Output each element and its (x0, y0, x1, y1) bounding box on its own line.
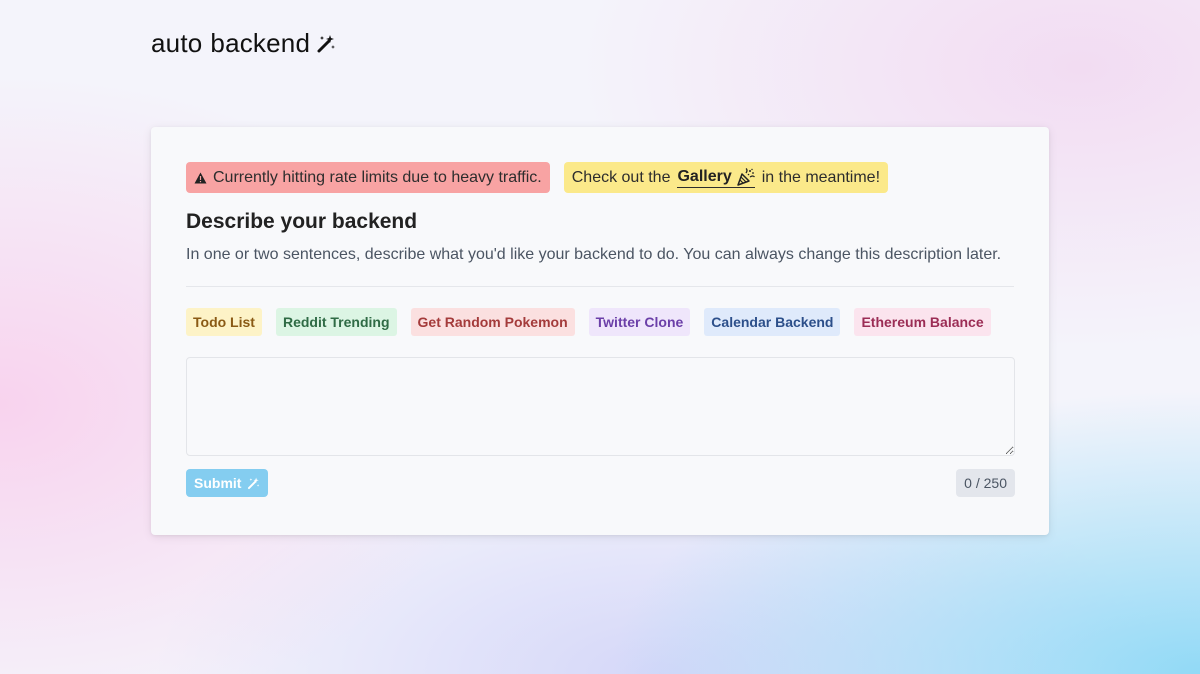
submit-button[interactable]: Submit (186, 469, 269, 497)
party-popper-icon (736, 167, 755, 186)
notice-row: Currently hitting rate limits due to hea… (186, 162, 1014, 193)
rate-limit-warning: Currently hitting rate limits due to hea… (186, 162, 550, 193)
example-chip-todo-list[interactable]: Todo List (186, 308, 262, 336)
form-footer: Submit 0 / 250 (186, 469, 1015, 497)
warning-triangle-icon (194, 172, 207, 184)
description-field-wrapper (186, 357, 1015, 456)
gallery-notice: Check out the Gallery in the meantime! (563, 162, 889, 193)
example-chip-reddit-trending[interactable]: Reddit Trending (275, 308, 397, 336)
gallery-link-label: Gallery (677, 167, 732, 185)
submit-label: Submit (194, 475, 242, 491)
app-logo[interactable]: auto backend (151, 28, 336, 59)
character-counter: 0 / 250 (956, 469, 1015, 497)
example-chip-ethereum-balance[interactable]: Ethereum Balance (854, 308, 991, 336)
gallery-link[interactable]: Gallery (677, 167, 755, 188)
gallery-notice-suffix: in the meantime! (761, 168, 881, 186)
example-chip-get-random-pokemon[interactable]: Get Random Pokemon (410, 308, 575, 336)
example-chips: Todo List Reddit Trending Get Random Pok… (186, 308, 1014, 336)
form-subtext: In one or two sentences, describe what y… (186, 246, 1002, 263)
logo-text-backend: backend (210, 28, 311, 58)
form-heading: Describe your backend (186, 210, 418, 233)
logo-text-auto: auto (151, 28, 203, 58)
gallery-notice-prefix: Check out the (571, 168, 671, 186)
example-chip-twitter-clone[interactable]: Twitter Clone (588, 308, 691, 336)
describe-backend-card: Currently hitting rate limits due to hea… (151, 127, 1049, 535)
description-input[interactable] (186, 357, 1015, 456)
example-chip-calendar-backend[interactable]: Calendar Backend (704, 308, 841, 336)
magic-wand-icon (248, 477, 260, 489)
divider (186, 286, 1014, 287)
warning-text: Currently hitting rate limits due to hea… (213, 168, 542, 186)
magic-wand-icon (317, 34, 336, 52)
